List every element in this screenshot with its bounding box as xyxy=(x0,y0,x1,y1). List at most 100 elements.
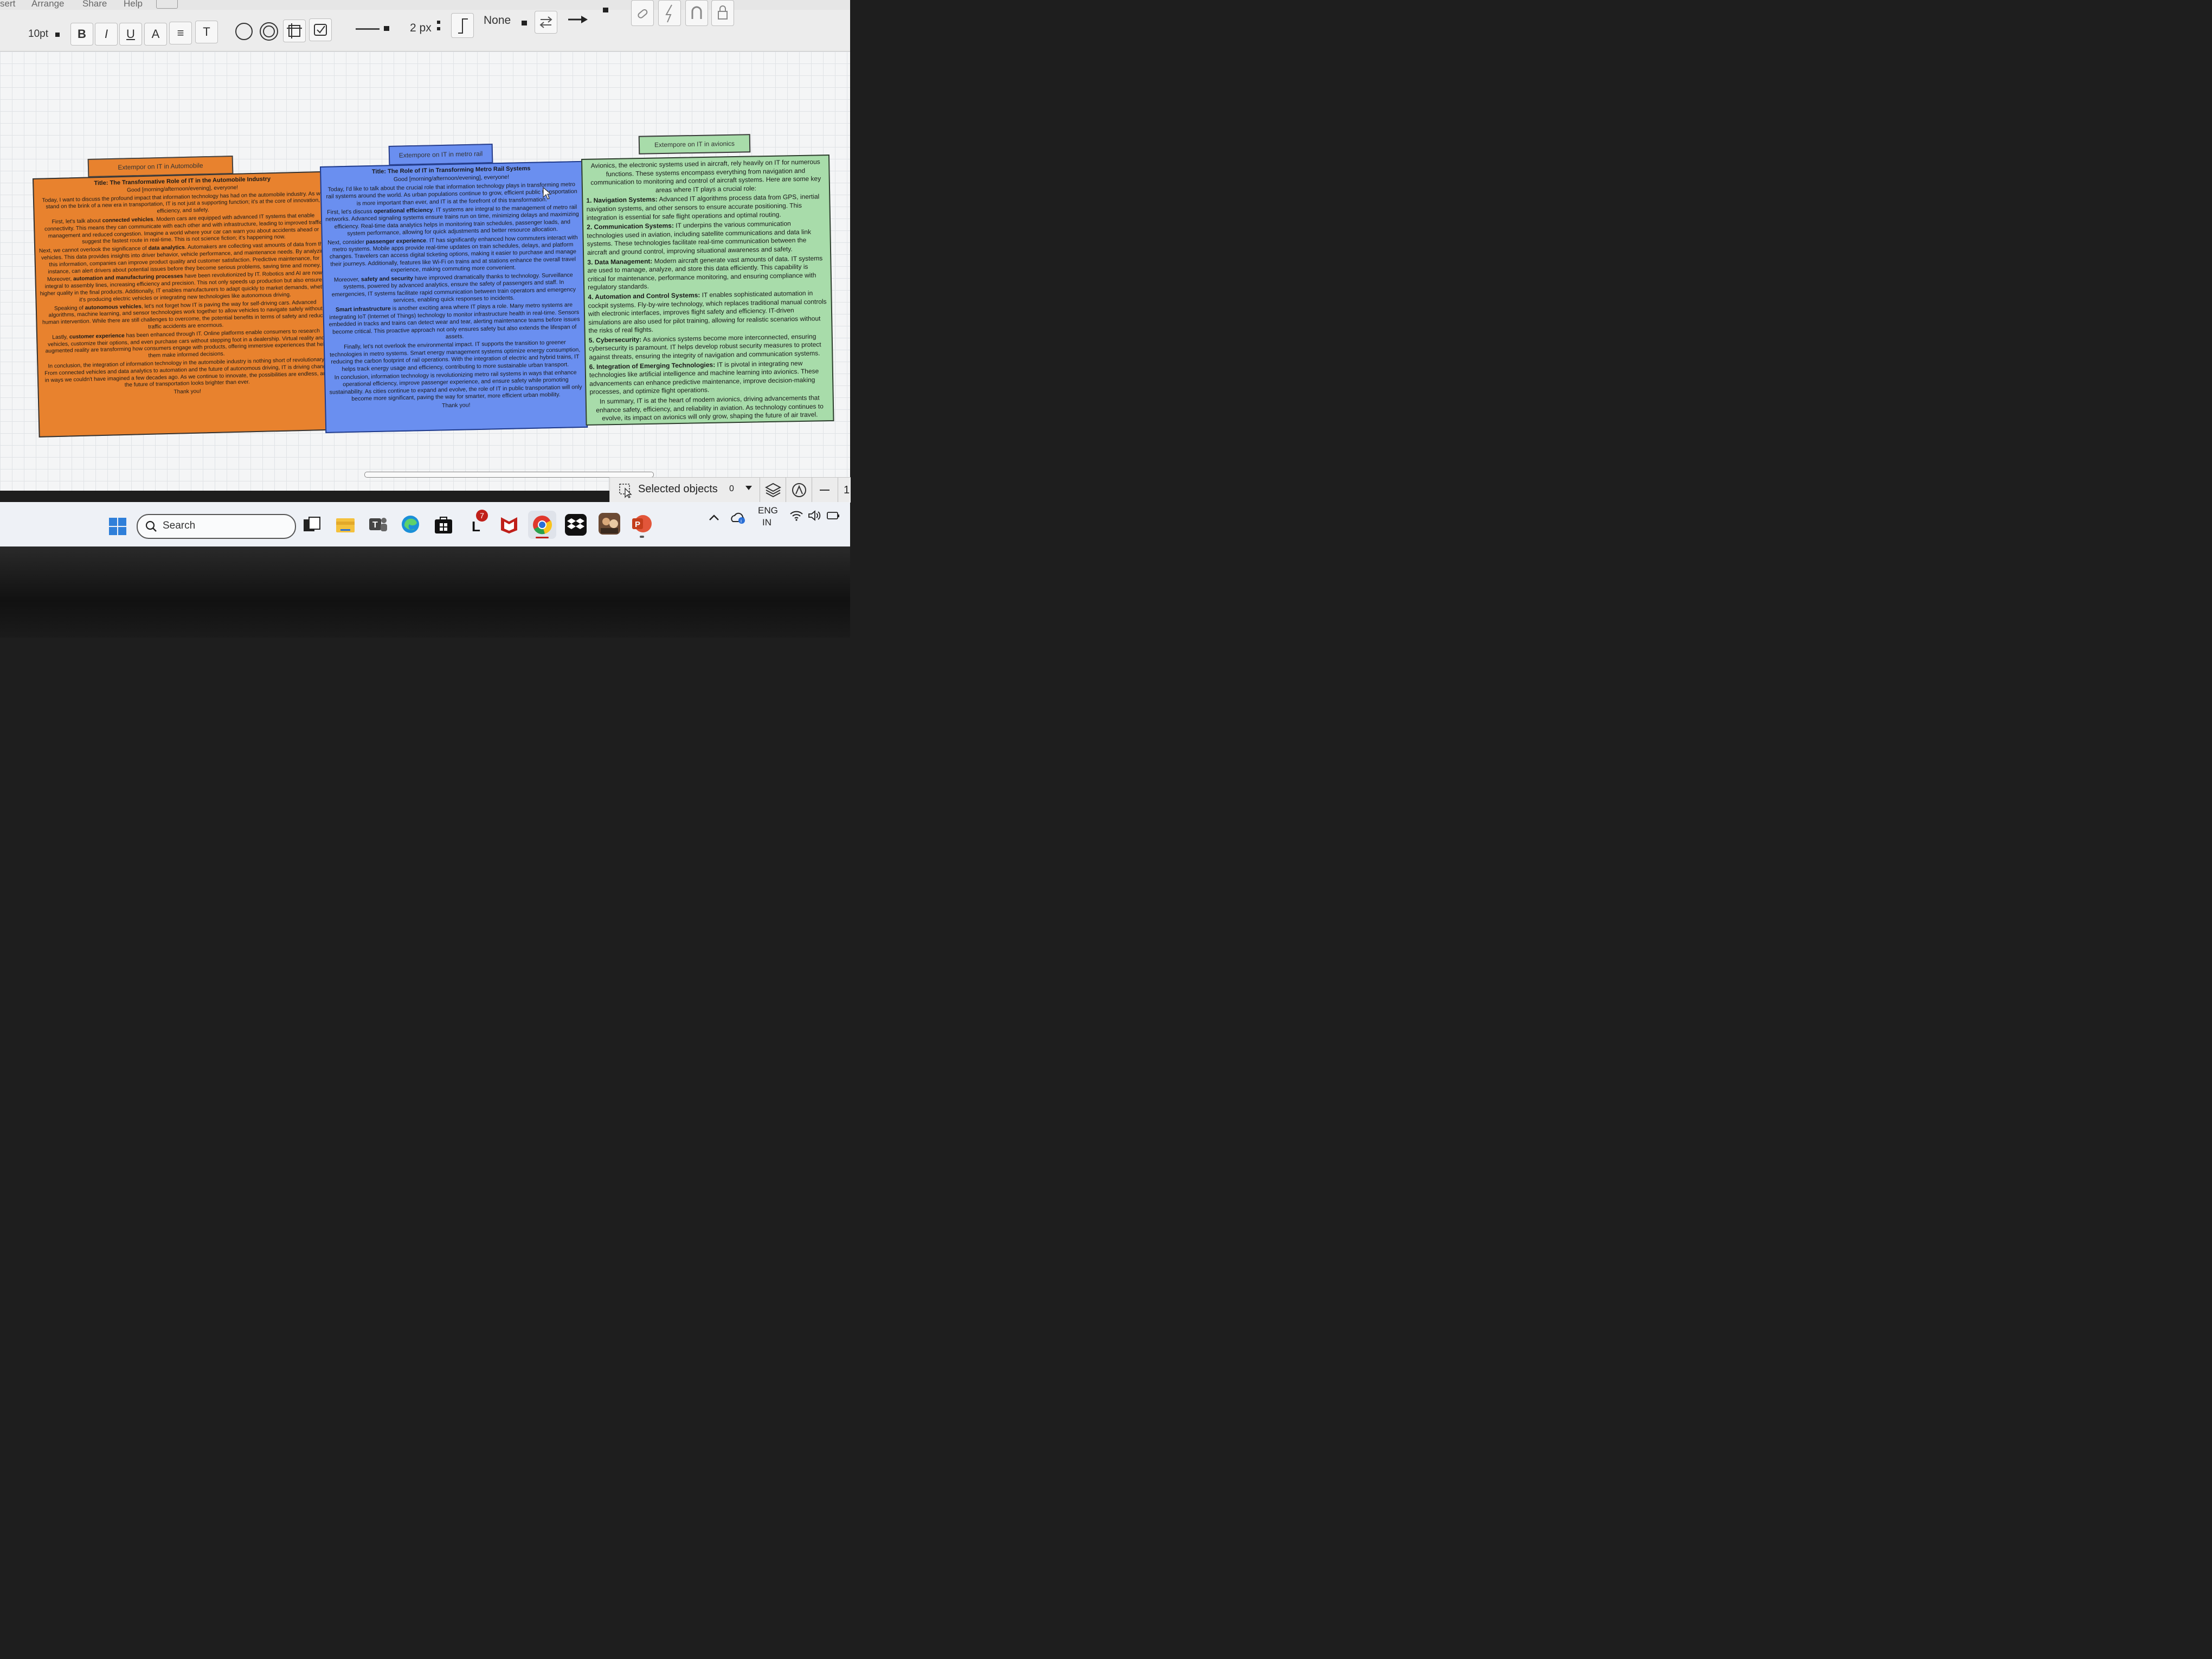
swap-direction-button[interactable] xyxy=(535,11,557,34)
wifi-icon[interactable] xyxy=(789,510,803,522)
panel-avionics[interactable]: Avionics, the electronic systems used in… xyxy=(581,155,834,426)
connector-style-button[interactable] xyxy=(451,13,474,38)
dropbox-icon[interactable] xyxy=(565,514,587,536)
file-explorer-icon[interactable] xyxy=(335,515,357,537)
active-app-indicator xyxy=(536,537,549,538)
format-panel-button[interactable] xyxy=(786,478,811,503)
lock-button[interactable] xyxy=(711,0,734,26)
italic-button[interactable]: I xyxy=(95,23,118,46)
teams-icon[interactable]: T xyxy=(368,514,389,536)
store-icon[interactable] xyxy=(434,515,455,537)
line-style-dropdown-icon[interactable] xyxy=(384,26,389,31)
zoom-out-button[interactable] xyxy=(812,478,837,503)
search-placeholder: Search xyxy=(163,520,196,531)
running-indicator xyxy=(640,536,644,538)
menu-insert[interactable]: sert xyxy=(0,0,15,9)
font-size-select[interactable]: 10pt xyxy=(28,28,48,40)
stroke-down-icon[interactable] xyxy=(437,27,440,30)
align-button[interactable]: ≡ xyxy=(169,22,192,44)
lightning-icon xyxy=(665,4,672,23)
avionics-item-1: 1. Navigation Systems: Advanced IT algor… xyxy=(586,192,820,222)
selected-objects-count: 0 xyxy=(729,484,734,493)
layers-icon xyxy=(765,483,781,498)
stroke-width-select[interactable]: 2 px xyxy=(410,22,432,35)
bold-button[interactable]: B xyxy=(70,23,93,46)
text-format-button[interactable]: T xyxy=(195,21,218,43)
font-size-dropdown-icon[interactable] xyxy=(55,33,60,37)
windows-start-icon[interactable] xyxy=(108,517,127,536)
minus-icon xyxy=(820,490,829,491)
metro-p5: Smart infrastructure is another exciting… xyxy=(329,301,580,340)
selected-objects-label: Selected objects xyxy=(638,483,718,495)
edge-icon[interactable] xyxy=(400,514,422,536)
diagram-canvas[interactable]: Extempor on IT in Automobile Extempore o… xyxy=(0,52,850,491)
avionics-item-5: 5. Cybersecurity: As avionics systems be… xyxy=(588,332,821,361)
language-indicator[interactable]: ENG xyxy=(758,505,778,516)
format-toolbar: 10pt B I U A ≡ T 2 px None xyxy=(0,0,850,52)
underline-icon: U xyxy=(126,27,135,41)
avionics-item-2: 2. Communication Systems: IT underpins t… xyxy=(587,220,812,256)
text-format-icon: T xyxy=(203,25,210,38)
ellipse-button[interactable] xyxy=(233,21,255,42)
line-end-select[interactable]: None xyxy=(484,14,511,27)
font-color-button[interactable]: A xyxy=(144,23,167,46)
stroke-up-icon[interactable] xyxy=(437,21,440,24)
action-button[interactable] xyxy=(658,0,681,26)
panel-metro[interactable]: Title: The Role of IT in Transforming Me… xyxy=(320,160,588,433)
crop-button[interactable] xyxy=(283,20,306,42)
panel-automobile[interactable]: Title: The Transformative Role of IT in … xyxy=(33,171,338,438)
underline-button[interactable]: U xyxy=(119,23,142,46)
swap-icon xyxy=(539,16,552,28)
powerpoint-icon[interactable]: P xyxy=(631,513,653,535)
mouse-cursor-icon xyxy=(543,187,552,200)
label-metro[interactable]: Extempore on IT in metro rail xyxy=(388,143,493,166)
onedrive-icon[interactable]: i xyxy=(731,511,746,525)
font-color-icon: A xyxy=(151,27,160,41)
monitor-bezel xyxy=(0,546,850,638)
menu-help[interactable]: Help xyxy=(124,0,143,9)
line-style-icon[interactable] xyxy=(356,28,380,30)
chrome-icon xyxy=(533,516,552,535)
outlook-button[interactable]: L 7 xyxy=(467,510,491,536)
selected-dropdown-icon[interactable] xyxy=(745,486,752,490)
magnet-button[interactable] xyxy=(685,0,708,26)
metro-p2: First, let's discuss operational efficie… xyxy=(325,204,579,237)
arrow-dropdown-icon[interactable] xyxy=(603,8,608,12)
battery-icon[interactable] xyxy=(826,510,840,522)
connector-icon xyxy=(458,18,468,34)
chrome-button[interactable] xyxy=(528,511,556,539)
svg-text:P: P xyxy=(635,520,640,529)
avionics-item-6: 6. Integration of Emerging Technologies:… xyxy=(589,359,819,396)
region-indicator[interactable]: IN xyxy=(762,517,771,528)
layers-button[interactable] xyxy=(760,478,785,503)
circle-icon xyxy=(235,23,253,40)
volume-icon[interactable] xyxy=(808,510,822,522)
menu-arrange[interactable]: Arrange xyxy=(31,0,64,9)
line-end-dropdown-icon[interactable] xyxy=(522,21,527,25)
menu-share[interactable]: Share xyxy=(82,0,107,9)
selection-status-panel: Selected objects 0 1 xyxy=(609,477,851,503)
bold-icon: B xyxy=(78,27,86,41)
toggle-panels-button[interactable] xyxy=(156,0,178,9)
label-avionics[interactable]: Extempore on IT in avionics xyxy=(638,134,751,155)
lock-icon xyxy=(718,5,728,20)
double-circle-icon xyxy=(260,22,278,41)
zoom-level-field[interactable]: 1 xyxy=(838,478,851,503)
search-icon xyxy=(145,520,157,532)
magnet-icon xyxy=(691,6,702,19)
format-painter-icon xyxy=(314,24,327,36)
task-view-icon[interactable] xyxy=(301,515,323,537)
metro-p1: Today, I'd like to talk about the crucia… xyxy=(326,181,577,207)
double-ellipse-button[interactable] xyxy=(258,21,280,42)
link-button[interactable] xyxy=(631,0,654,26)
photo-app-icon[interactable] xyxy=(599,513,620,535)
format-circle-icon xyxy=(792,483,806,497)
notification-badge: 7 xyxy=(476,510,488,522)
select-pointer-icon xyxy=(619,484,632,498)
avionics-intro: Avionics, the electronic systems used in… xyxy=(590,158,821,194)
taskbar-search[interactable]: Search xyxy=(137,514,296,539)
arrow-icon[interactable] xyxy=(567,14,589,25)
format-painter-button[interactable] xyxy=(309,18,332,41)
chevron-up-icon[interactable] xyxy=(708,513,720,522)
mcafee-icon[interactable] xyxy=(499,514,520,536)
